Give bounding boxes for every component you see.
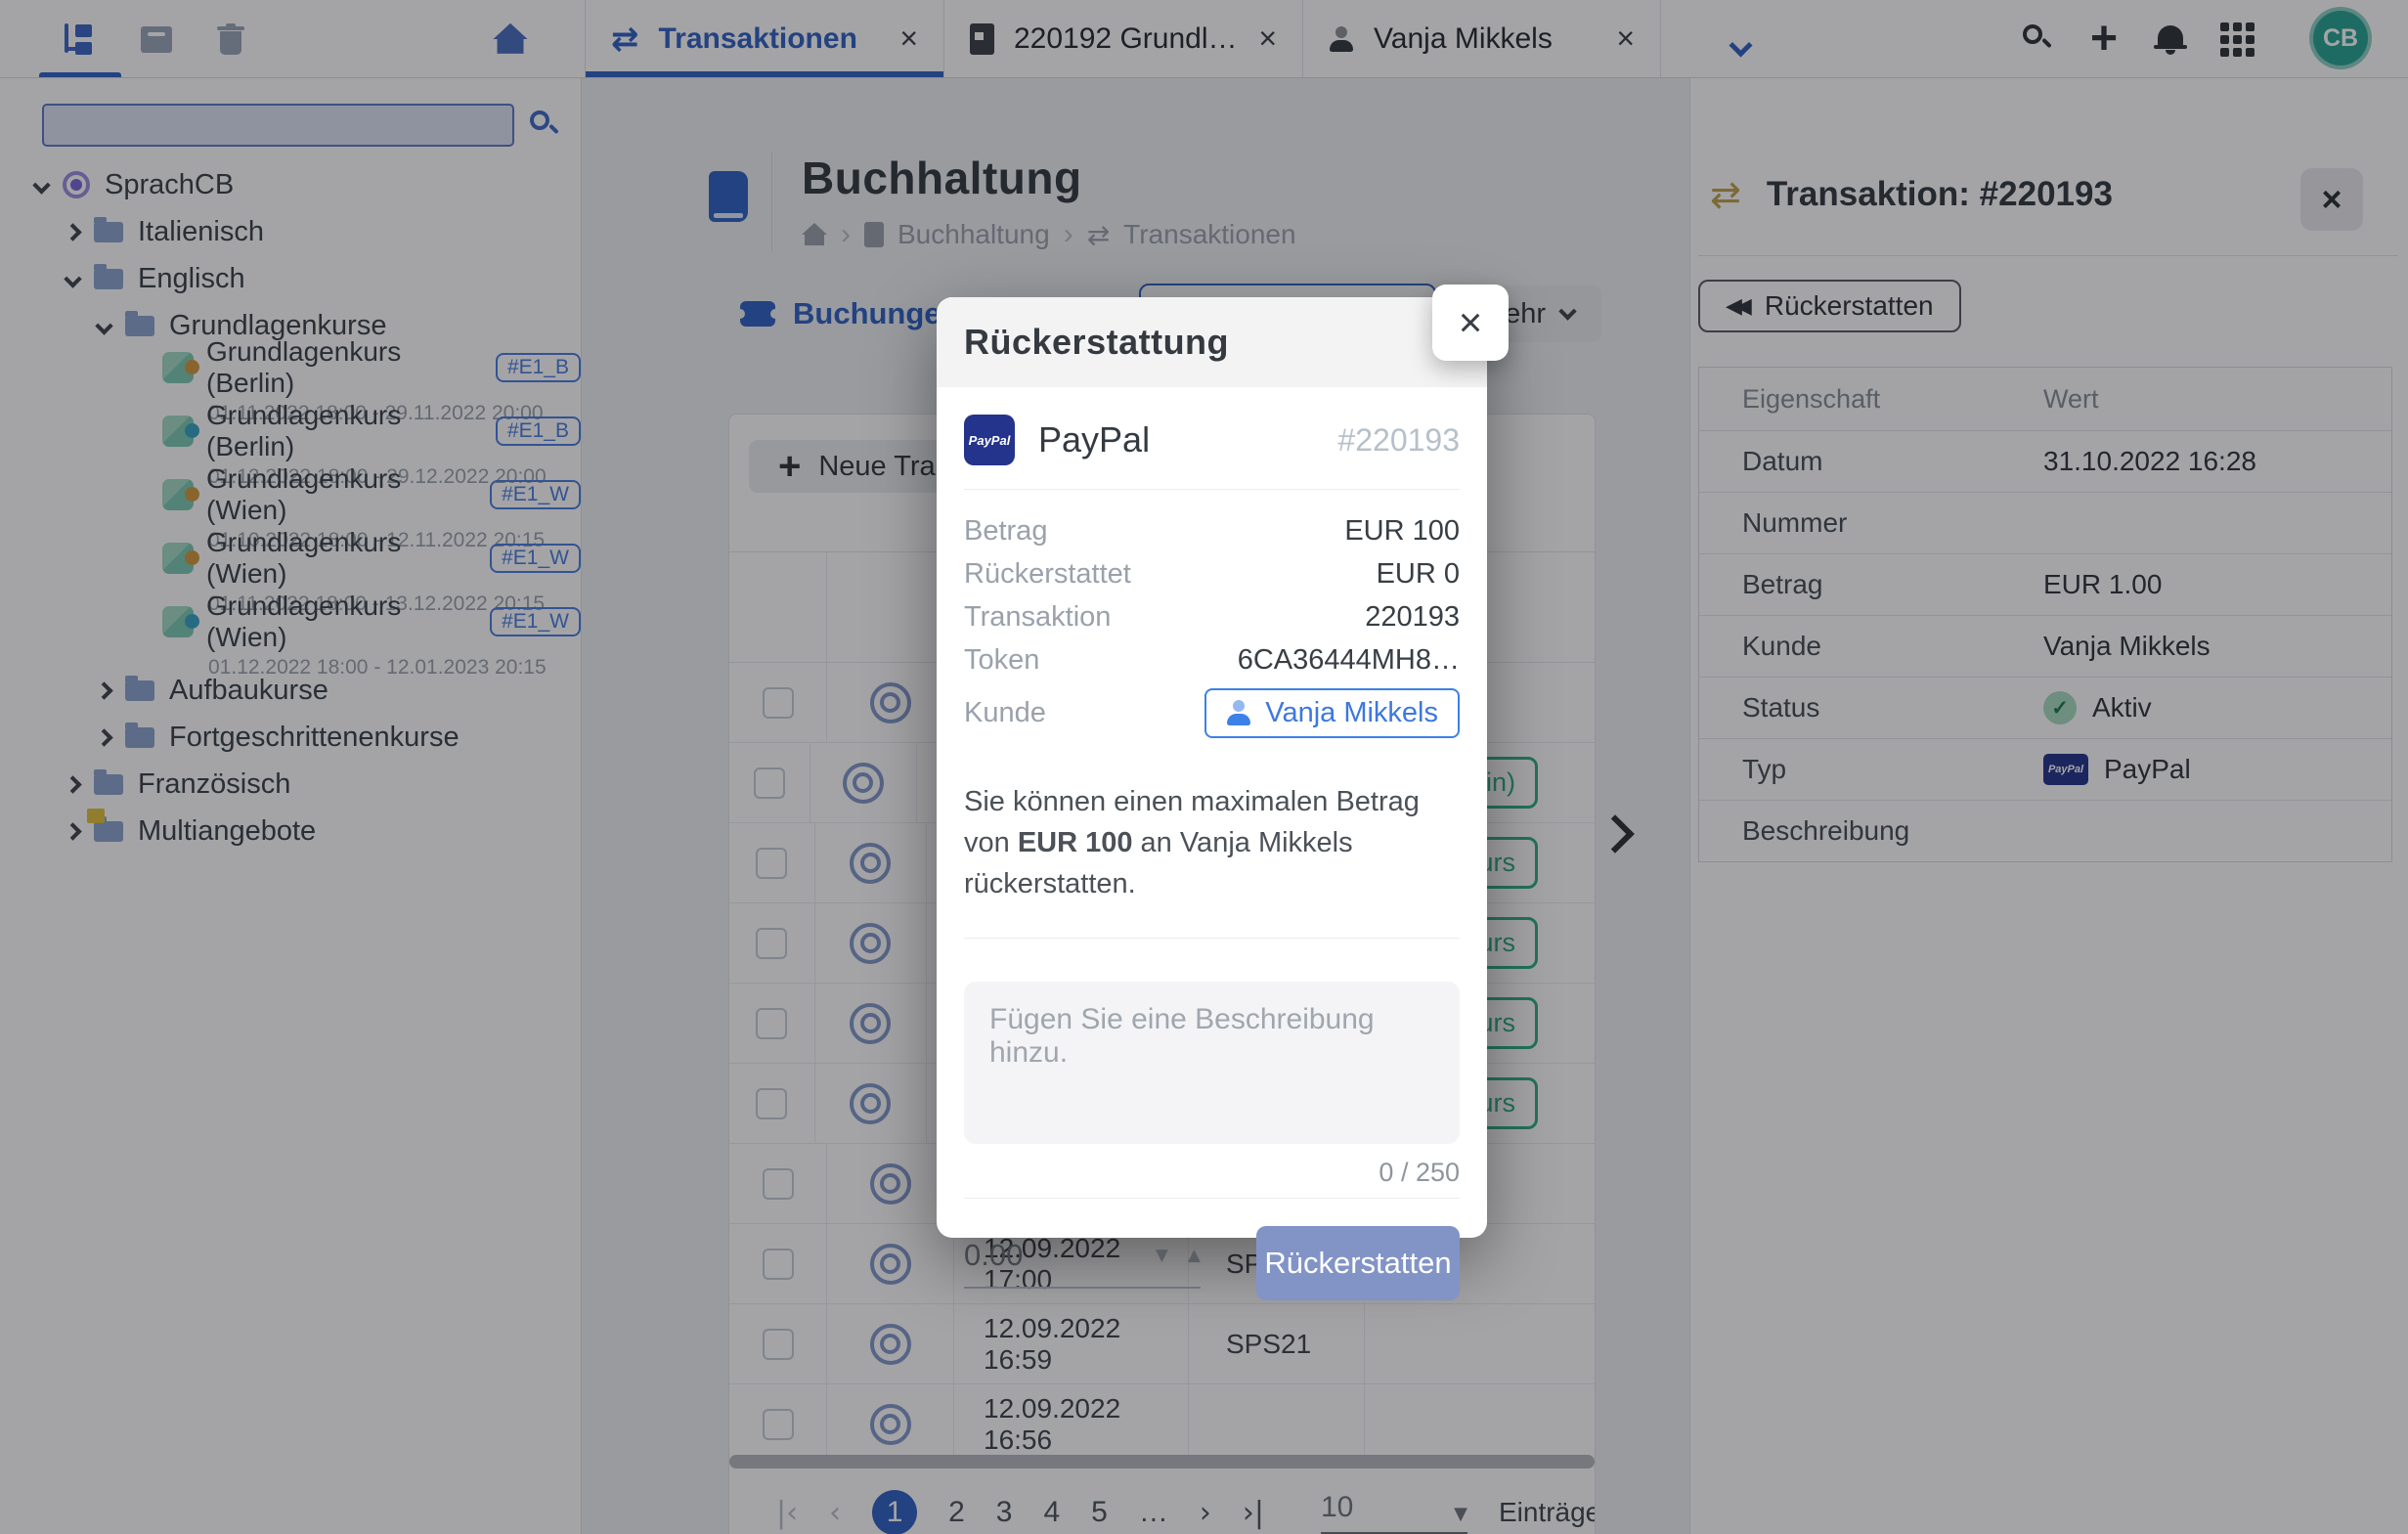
refund-detail-transaktion: Transaktion 220193 [964, 595, 1460, 638]
detail-value: 6CA36444MH8… [1238, 644, 1460, 677]
divider [964, 938, 1460, 939]
application-window: ⇄Transaktionen×220192 Grundl…×Vanja Mikk… [0, 0, 2408, 1534]
dialog-title: Rückerstattung [937, 297, 1487, 387]
detail-label: Transaktion [964, 601, 1111, 634]
customer-name: Vanja Mikkels [1265, 697, 1438, 729]
refund-detail-token: Token 6CA36444MH8… [964, 638, 1460, 681]
detail-label: Token [964, 644, 1039, 677]
transaction-ref: #220193 [1337, 422, 1460, 459]
detail-value: EUR 0 [1377, 558, 1460, 591]
refund-detail-rückerstattet: Rückerstattet EUR 0 [964, 552, 1460, 595]
payment-method-name: PayPal [1038, 419, 1150, 460]
person-icon [1226, 700, 1251, 725]
increment-icon[interactable]: ▲ [1188, 1246, 1201, 1265]
refund-submit-button[interactable]: Rückerstatten [1256, 1226, 1460, 1300]
detail-value: 220193 [1365, 601, 1460, 634]
refund-dialog: × Rückerstattung PayPal PayPal #220193 B… [937, 297, 1487, 1238]
payment-method-row: PayPal PayPal #220193 [964, 415, 1460, 465]
refund-detail-kunde: Kunde Vanja Mikkels [964, 681, 1460, 744]
amount-value: 0.00 [964, 1238, 1023, 1273]
refund-details: Betrag EUR 100 Rückerstattet EUR 0 Transakti… [964, 509, 1460, 744]
divider [964, 489, 1460, 490]
dialog-close-button[interactable]: × [1432, 285, 1509, 361]
decrement-icon[interactable]: ▼ [1156, 1246, 1168, 1265]
detail-label: Kunde [964, 697, 1046, 729]
description-textarea[interactable]: Fügen Sie eine Beschreibung hinzu. [964, 982, 1460, 1144]
customer-button[interactable]: Vanja Mikkels [1204, 688, 1460, 738]
refund-detail-betrag: Betrag EUR 100 [964, 509, 1460, 552]
refund-amount-input[interactable]: 0.00 ▼ ▲ [964, 1238, 1201, 1289]
max-refund-info: Sie können einen maximalen Betrag von EU… [964, 781, 1460, 904]
divider [964, 1198, 1460, 1199]
paypal-logo-icon: PayPal [964, 415, 1015, 465]
detail-label: Betrag [964, 515, 1047, 548]
detail-value: EUR 100 [1344, 515, 1460, 548]
char-counter: 0 / 250 [964, 1158, 1460, 1188]
detail-label: Rückerstattet [964, 558, 1131, 591]
